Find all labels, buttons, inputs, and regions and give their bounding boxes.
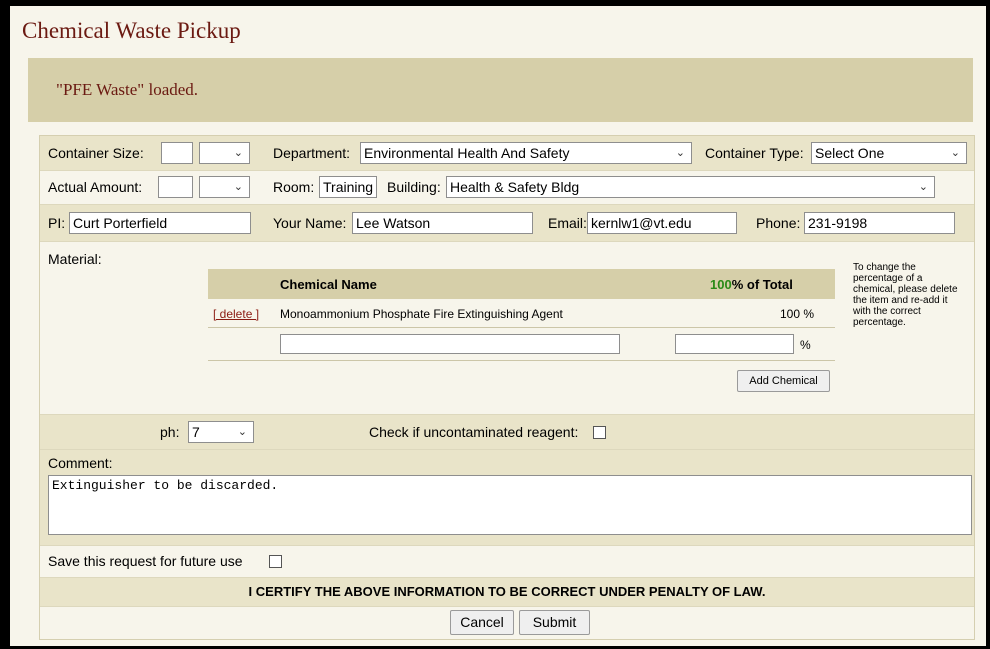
divider: [208, 327, 835, 328]
room-label: Room:: [273, 179, 315, 195]
ph-value: 7: [192, 424, 200, 440]
cancel-button[interactable]: Cancel: [450, 610, 514, 635]
room-input[interactable]: Training: [319, 176, 377, 198]
pi-label: PI:: [48, 215, 66, 231]
status-banner: "PFE Waste" loaded.: [28, 58, 973, 122]
department-select[interactable]: Environmental Health And Safety ⌄: [360, 142, 692, 164]
new-chemical-name-input[interactable]: [280, 334, 620, 354]
material-label: Material:: [48, 251, 102, 267]
actual-amount-label: Actual Amount:: [48, 179, 143, 195]
phone-label: Phone:: [756, 215, 801, 231]
actual-amount-input[interactable]: [158, 176, 193, 198]
save-future-checkbox[interactable]: [269, 555, 282, 568]
container-type-value: Select One: [815, 145, 885, 161]
percent-total-suffix: % of Total: [731, 277, 793, 292]
page: Chemical Waste Pickup "PFE Waste" loaded…: [10, 6, 986, 646]
chevron-down-icon: ⌄: [675, 147, 685, 159]
save-future-label: Save this request for future use: [48, 553, 243, 569]
material-help-text: To change the percentage of a chemical, …: [853, 262, 958, 328]
row-container-department: Container Size: ⌄ Department: Environmen…: [40, 136, 974, 171]
container-type-label: Container Type:: [705, 145, 804, 161]
chemical-name-value: Monoammonium Phosphate Fire Extinguishin…: [280, 307, 563, 321]
ph-label: ph:: [160, 424, 180, 440]
department-label: Department:: [273, 145, 351, 161]
chemical-table-header: Chemical Name 100% of Total: [208, 269, 835, 299]
your-name-input[interactable]: Lee Watson: [352, 212, 533, 234]
phone-field[interactable]: 231-9198: [804, 212, 955, 234]
container-size-label: Container Size:: [48, 145, 144, 161]
uncontaminated-checkbox[interactable]: [593, 426, 606, 439]
row-actions: Cancel Submit: [40, 607, 974, 639]
submit-button[interactable]: Submit: [519, 610, 590, 635]
chevron-down-icon: ⌄: [918, 181, 928, 193]
building-label: Building:: [387, 179, 441, 195]
chevron-down-icon: ⌄: [950, 147, 960, 159]
container-size-input[interactable]: [161, 142, 193, 164]
container-type-select[interactable]: Select One ⌄: [811, 142, 967, 164]
uncontaminated-label: Check if uncontaminated reagent:: [369, 424, 579, 440]
chevron-down-icon: ⌄: [237, 426, 247, 438]
your-name-label: Your Name:: [273, 215, 347, 231]
status-message: "PFE Waste" loaded.: [56, 80, 199, 99]
row-amount-location: Actual Amount: ⌄ Room: Training Building…: [40, 171, 974, 205]
chemical-name-header: Chemical Name: [280, 277, 377, 292]
ph-select[interactable]: 7 ⌄: [188, 421, 254, 443]
email-field[interactable]: kernlw1@vt.edu: [587, 212, 737, 234]
add-chemical-button[interactable]: Add Chemical: [737, 370, 830, 392]
chemical-percent-value: 100 %: [780, 307, 815, 321]
new-chemical-percent-input[interactable]: [675, 334, 794, 354]
percent-sign: %: [800, 338, 811, 352]
building-select[interactable]: Health & Safety Bldg ⌄: [446, 176, 935, 198]
chevron-down-icon: ⌄: [233, 181, 243, 193]
comment-textarea[interactable]: Extinguisher to be discarded.: [48, 475, 972, 535]
delete-link[interactable]: [ delete ]: [213, 307, 259, 321]
comment-label: Comment:: [48, 455, 113, 471]
certify-text: I CERTIFY THE ABOVE INFORMATION TO BE CO…: [248, 584, 766, 599]
row-contact: PI: Curt Porterfield Your Name: Lee Wats…: [40, 205, 974, 242]
container-size-unit-select[interactable]: ⌄: [199, 142, 250, 164]
comment-section: Comment: Extinguisher to be discarded.: [40, 450, 974, 546]
pi-input[interactable]: Curt Porterfield: [69, 212, 251, 234]
actual-amount-unit-select[interactable]: ⌄: [199, 176, 250, 198]
material-section: Material: Chemical Name 100% of Total [ …: [40, 242, 974, 415]
email-label: Email:: [548, 215, 587, 231]
page-title: Chemical Waste Pickup: [22, 18, 241, 43]
pickup-form: Container Size: ⌄ Department: Environmen…: [39, 135, 975, 640]
percent-total-value: 100: [710, 277, 732, 292]
divider: [208, 360, 835, 361]
chevron-down-icon: ⌄: [233, 147, 243, 159]
row-save: Save this request for future use: [40, 546, 974, 578]
department-value: Environmental Health And Safety: [364, 145, 570, 161]
row-ph: ph: 7 ⌄ Check if uncontaminated reagent:: [40, 415, 974, 450]
building-value: Health & Safety Bldg: [450, 179, 580, 195]
row-certify: I CERTIFY THE ABOVE INFORMATION TO BE CO…: [40, 578, 974, 607]
percent-total-header: 100% of Total: [710, 277, 793, 292]
